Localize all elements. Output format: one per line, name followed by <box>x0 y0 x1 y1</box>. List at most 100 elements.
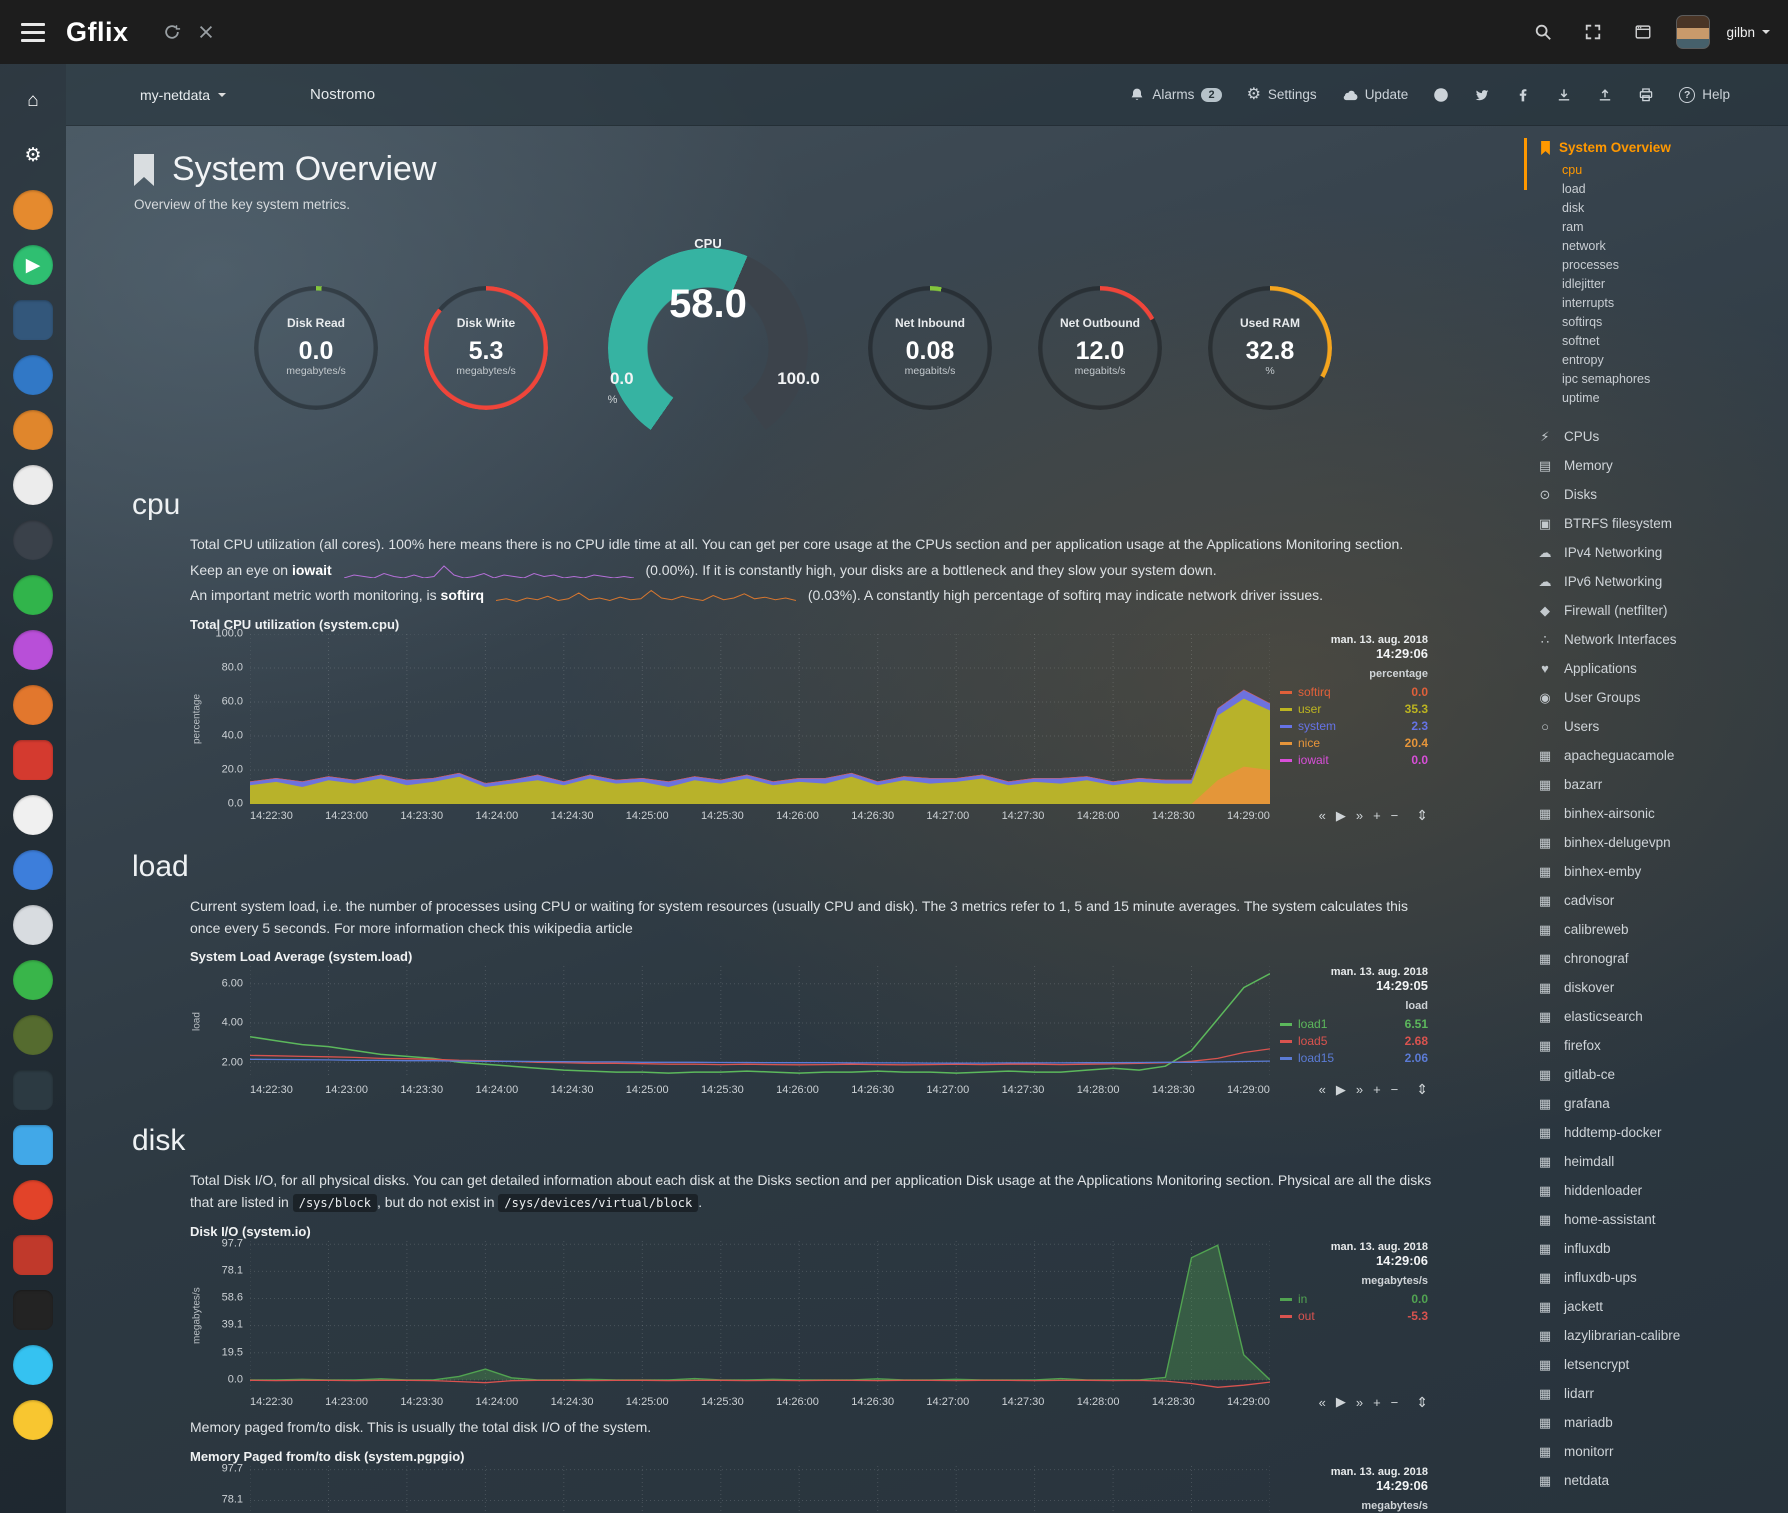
toc-app-item[interactable]: ▦ home-assistant <box>1536 1205 1780 1234</box>
sidebar-app-icon[interactable] <box>13 520 53 560</box>
sidebar-app-icon[interactable] <box>13 795 53 835</box>
resize-icon[interactable]: ⇕ <box>1416 807 1428 824</box>
github-icon[interactable] <box>1433 87 1449 103</box>
toc-app-item[interactable]: ▦ influxdb <box>1536 1234 1780 1263</box>
toc-app-item[interactable]: ▦ monitorr <box>1536 1437 1780 1466</box>
sidebar-app-icon[interactable] <box>13 1180 53 1220</box>
toc-subitem[interactable]: idlejitter <box>1562 275 1780 294</box>
zoom-in-icon[interactable]: + <box>1373 1082 1381 1097</box>
toc-subitem[interactable]: softirqs <box>1562 313 1780 332</box>
toc-app-item[interactable]: ▦ apacheguacamole <box>1536 741 1780 770</box>
toc-app-item[interactable]: ▦ grafana <box>1536 1089 1780 1118</box>
toc-subitem[interactable]: network <box>1562 237 1780 256</box>
toc-section-item[interactable]: ☁ IPv4 Networking <box>1536 538 1780 567</box>
memory-paged-chart[interactable]: Memory Paged from/to disk (system.pgpgio… <box>190 1449 1428 1513</box>
toc-subitem[interactable]: softnet <box>1562 332 1780 351</box>
sidebar-app-icon[interactable] <box>13 960 53 1000</box>
toc-app-item[interactable]: ▦ cadvisor <box>1536 886 1780 915</box>
sidebar-app-icon[interactable] <box>13 355 53 395</box>
server-dropdown[interactable]: my-netdata <box>140 87 226 103</box>
cpu-gauge[interactable]: CPU 58.0 0.0 100.0 % <box>594 234 822 462</box>
toc-section-item[interactable]: ◉ User Groups <box>1536 683 1780 712</box>
sidebar-app-icon[interactable]: ⌂ <box>13 80 53 120</box>
legend-row[interactable]: system 2.3 <box>1280 718 1428 735</box>
toc-section-item[interactable]: ∴ Network Interfaces <box>1536 625 1780 654</box>
toc-subitem[interactable]: load <box>1562 180 1780 199</box>
toc-subitem[interactable]: interrupts <box>1562 294 1780 313</box>
toc-subitem[interactable]: ipc semaphores <box>1562 370 1780 389</box>
legend-row[interactable]: out -5.3 <box>1280 1308 1428 1325</box>
close-icon[interactable] <box>189 15 223 49</box>
legend-row[interactable]: load15 2.06 <box>1280 1050 1428 1067</box>
legend-row[interactable]: nice 20.4 <box>1280 735 1428 752</box>
toc-app-item[interactable]: ▦ elasticsearch <box>1536 1002 1780 1031</box>
sidebar-app-icon[interactable] <box>13 1290 53 1330</box>
toc-subitem[interactable]: ram <box>1562 218 1780 237</box>
fullscreen-icon[interactable] <box>1576 15 1610 49</box>
toc-app-item[interactable]: ▦ mariadb <box>1536 1408 1780 1437</box>
toc-app-item[interactable]: ▦ calibreweb <box>1536 915 1780 944</box>
toc-section-item[interactable]: ☁ IPv6 Networking <box>1536 567 1780 596</box>
toc-app-item[interactable]: ▦ diskover <box>1536 973 1780 1002</box>
resize-icon[interactable]: ⇕ <box>1416 1081 1428 1098</box>
toc-section-item[interactable]: ♥ Applications <box>1536 654 1780 683</box>
sidebar-app-icon[interactable] <box>13 1070 53 1110</box>
toc-section-item[interactable]: ⚡ CPUs <box>1536 422 1780 451</box>
sidebar-app-icon[interactable] <box>13 685 53 725</box>
toc-subitem[interactable]: disk <box>1562 199 1780 218</box>
gauge[interactable]: Net Inbound 0.08 megabits/s <box>868 286 992 410</box>
legend-row[interactable]: load1 6.51 <box>1280 1016 1428 1033</box>
toc-section-item[interactable]: ⊙ Disks <box>1536 480 1780 509</box>
sidebar-app-icon[interactable] <box>13 410 53 450</box>
zoom-out-icon[interactable]: − <box>1391 1082 1399 1097</box>
iowait-sparkline[interactable] <box>344 563 634 578</box>
import-icon[interactable] <box>1556 87 1572 103</box>
toc-app-item[interactable]: ▦ firefox <box>1536 1031 1780 1060</box>
gauge[interactable]: Disk Read 0.0 megabytes/s <box>254 286 378 410</box>
alarms-button[interactable]: Alarms 2 <box>1129 87 1221 103</box>
sidebar-app-icon[interactable] <box>13 465 53 505</box>
refresh-icon[interactable] <box>155 15 189 49</box>
legend-row[interactable]: load5 2.68 <box>1280 1033 1428 1050</box>
legend-row[interactable]: softirq 0.0 <box>1280 684 1428 701</box>
search-icon[interactable] <box>1526 15 1560 49</box>
rewind-icon[interactable]: « <box>1319 808 1326 823</box>
legend-row[interactable]: iowait 0.0 <box>1280 752 1428 769</box>
toc-app-item[interactable]: ▦ bazarr <box>1536 770 1780 799</box>
toc-section-item[interactable]: ◆ Firewall (netfilter) <box>1536 596 1780 625</box>
toc-app-item[interactable]: ▦ chronograf <box>1536 944 1780 973</box>
toc-app-item[interactable]: ▦ netdata <box>1536 1466 1780 1495</box>
sidebar-app-icon[interactable] <box>13 630 53 670</box>
toc-section-item[interactable]: ▤ Memory <box>1536 451 1780 480</box>
toc-subitem[interactable]: entropy <box>1562 351 1780 370</box>
zoom-out-icon[interactable]: − <box>1391 808 1399 823</box>
toc-app-item[interactable]: ▦ binhex-delugevpn <box>1536 828 1780 857</box>
rewind-icon[interactable]: « <box>1319 1395 1326 1410</box>
sidebar-app-icon[interactable] <box>13 1235 53 1275</box>
toc-subitem[interactable]: cpu <box>1562 161 1780 180</box>
facebook-icon[interactable] <box>1515 87 1531 103</box>
update-button[interactable]: Update <box>1342 87 1409 103</box>
twitter-icon[interactable] <box>1474 87 1490 103</box>
zoom-in-icon[interactable]: + <box>1373 808 1381 823</box>
user-menu[interactable]: gilbn <box>1726 25 1770 40</box>
toc-subitem[interactable]: uptime <box>1562 389 1780 408</box>
toc-section-item[interactable]: ▣ BTRFS filesystem <box>1536 509 1780 538</box>
sidebar-app-icon[interactable]: ⚙ <box>13 135 53 175</box>
toc-app-item[interactable]: ▦ influxdb-ups <box>1536 1263 1780 1292</box>
forward-icon[interactable]: » <box>1356 1395 1363 1410</box>
toc-app-item[interactable]: ▦ hddtemp-docker <box>1536 1118 1780 1147</box>
toc-app-item[interactable]: ▦ gitlab-ce <box>1536 1060 1780 1089</box>
softirq-sparkline[interactable] <box>496 588 796 603</box>
play-icon[interactable]: ▶ <box>1336 808 1346 824</box>
disk-io-chart[interactable]: Disk I/O (system.io) megabytes/s 97.778.… <box>190 1224 1428 1411</box>
export-icon[interactable] <box>1597 87 1613 103</box>
sidebar-app-icon[interactable] <box>13 190 53 230</box>
zoom-out-icon[interactable]: − <box>1391 1395 1399 1410</box>
play-icon[interactable]: ▶ <box>1336 1394 1346 1410</box>
toc-system-overview[interactable]: System Overview <box>1536 140 1780 155</box>
gauge[interactable]: Net Outbound 12.0 megabits/s <box>1038 286 1162 410</box>
toc-app-item[interactable]: ▦ lidarr <box>1536 1379 1780 1408</box>
print-icon[interactable] <box>1638 87 1654 103</box>
gauge[interactable]: Disk Write 5.3 megabytes/s <box>424 286 548 410</box>
